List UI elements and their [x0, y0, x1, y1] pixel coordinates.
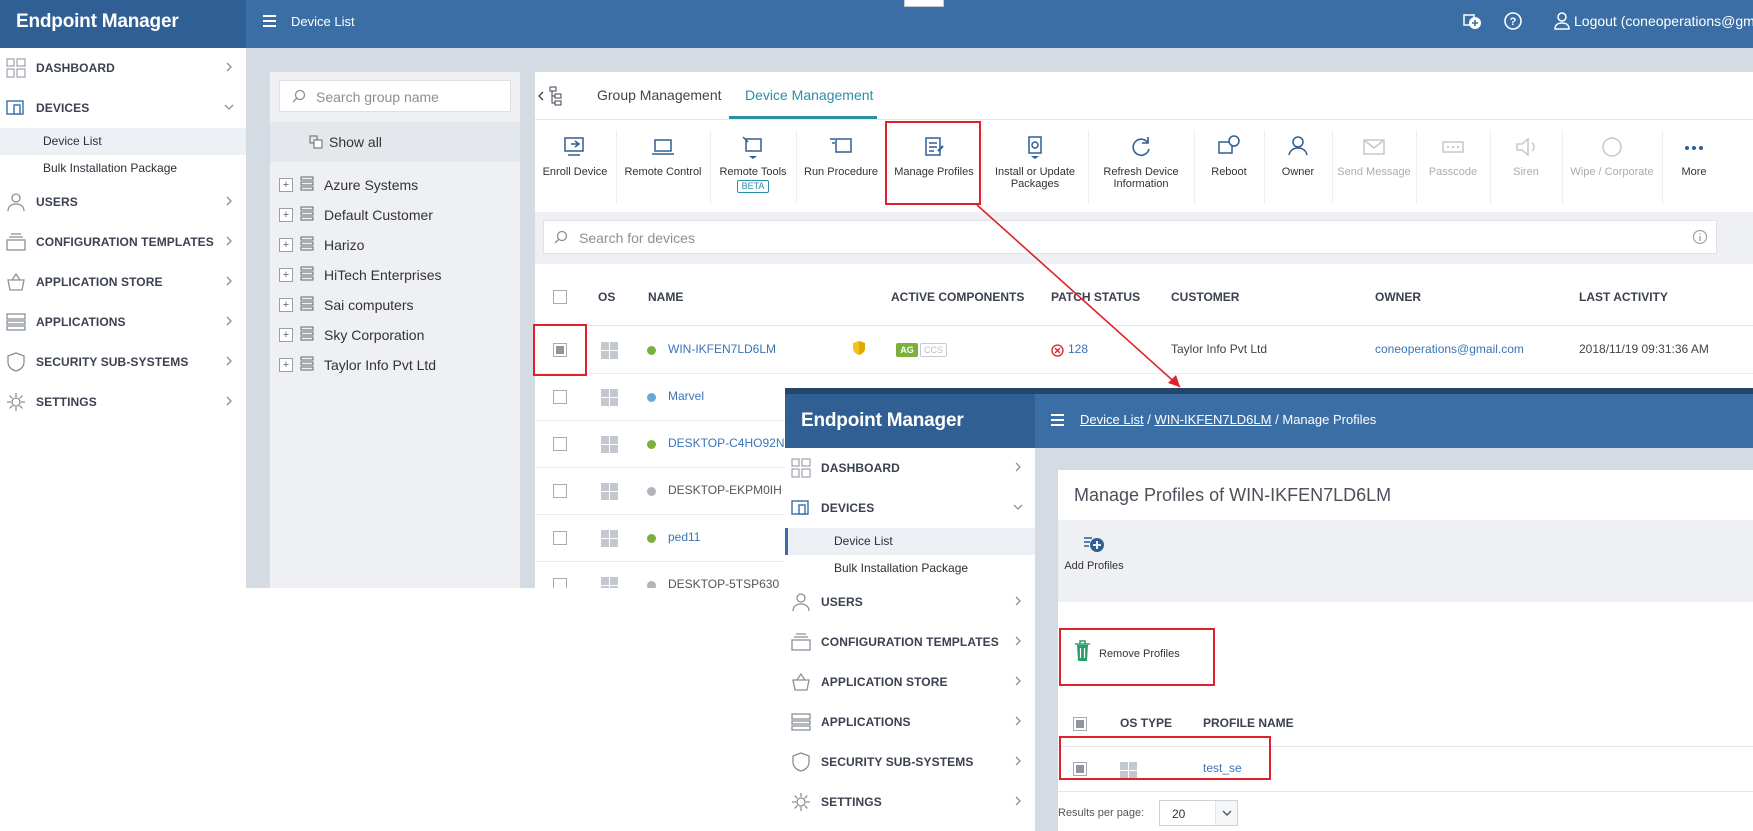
- dashboard-icon: [791, 458, 811, 478]
- highlight-profile-row: [1059, 736, 1271, 780]
- sidebar-item-dashboard[interactable]: DASHBOARD: [785, 448, 1035, 488]
- breadcrumb-device[interactable]: WIN-IKFEN7LD6LM: [1154, 412, 1271, 427]
- highlight-remove-profiles: [1059, 628, 1215, 686]
- basket-icon: [792, 672, 810, 691]
- sidebar-label-settings: SETTINGS: [821, 795, 882, 809]
- manage-profiles-header: Manage Profiles of WIN-IKFEN7LD6LM: [1058, 470, 1753, 520]
- col-os-type[interactable]: OS TYPE: [1120, 716, 1172, 730]
- overlay-app-brand: Endpoint Manager: [785, 394, 1035, 448]
- manage-profiles-window: Endpoint Manager Device List / WIN-IKFEN…: [785, 388, 1753, 831]
- chevron-right-icon: [1015, 462, 1021, 472]
- chevron-down-icon: [1222, 810, 1232, 816]
- sidebar-label-devices: DEVICES: [821, 501, 875, 515]
- hamburger-menu-icon[interactable]: [1051, 414, 1064, 429]
- sidebar-item-devices[interactable]: DEVICES: [785, 488, 1035, 528]
- sidebar-item-users[interactable]: USERS: [785, 582, 1035, 622]
- breadcrumb-separator: /: [1147, 412, 1151, 427]
- chevron-right-icon: [1015, 676, 1021, 686]
- chevron-right-icon: [1015, 596, 1021, 606]
- applications-icon: [791, 713, 811, 731]
- profiles-toolbar: Add Profiles: [1058, 520, 1753, 602]
- breadcrumb-separator: /: [1275, 412, 1279, 427]
- sidebar-label-config: CONFIGURATION TEMPLATES: [821, 635, 999, 649]
- breadcrumb-current: Manage Profiles: [1282, 412, 1377, 427]
- overlay-breadcrumb: Device List / WIN-IKFEN7LD6LM / Manage P…: [1080, 412, 1376, 427]
- chevron-right-icon: [1015, 716, 1021, 726]
- templates-icon: [791, 633, 811, 651]
- chevron-right-icon: [1015, 796, 1021, 806]
- add-profiles-icon: [1084, 537, 1104, 552]
- sidebar-item-device-list[interactable]: Device List: [785, 528, 1035, 555]
- results-per-page-label: Results per page:: [1058, 807, 1145, 819]
- sidebar-item-settings[interactable]: SETTINGS: [785, 782, 1035, 822]
- overlay-top-bar: Endpoint Manager Device List / WIN-IKFEN…: [785, 394, 1753, 448]
- sidebar-label-users: USERS: [821, 595, 863, 609]
- gear-icon: [792, 793, 810, 811]
- manage-profiles-title: Manage Profiles of WIN-IKFEN7LD6LM: [1074, 485, 1392, 505]
- breadcrumb-device-list[interactable]: Device List: [1080, 412, 1144, 427]
- shield-icon: [792, 752, 810, 772]
- chevron-right-icon: [1015, 756, 1021, 766]
- sidebar-item-bulk-installation[interactable]: Bulk Installation Package: [785, 555, 1035, 582]
- users-icon: [792, 593, 810, 612]
- results-per-page-select[interactable]: 20: [1159, 800, 1238, 826]
- overlay-sidebar: DASHBOARD DEVICES Device List Bulk Insta…: [785, 448, 1035, 822]
- select-all-profiles-checkbox[interactable]: [1073, 717, 1087, 731]
- devices-icon: [791, 500, 809, 515]
- sidebar-item-applications[interactable]: APPLICATIONS: [785, 702, 1035, 742]
- results-per-page-value: 20: [1172, 807, 1186, 821]
- sidebar-item-configuration-templates[interactable]: CONFIGURATION TEMPLATES: [785, 622, 1035, 662]
- sidebar-label-applications: APPLICATIONS: [821, 715, 911, 729]
- add-profiles-button[interactable]: Add Profiles: [1058, 520, 1130, 602]
- chevron-right-icon: [1015, 636, 1021, 646]
- sidebar-label-dashboard: DASHBOARD: [821, 461, 900, 475]
- sidebar-item-security-sub-systems[interactable]: SECURITY SUB-SYSTEMS: [785, 742, 1035, 782]
- add-profiles-label: Add Profiles: [1064, 560, 1124, 572]
- col-profile-name[interactable]: PROFILE NAME: [1203, 716, 1294, 730]
- sidebar-item-application-store[interactable]: APPLICATION STORE: [785, 662, 1035, 702]
- sidebar-label-security: SECURITY SUB-SYSTEMS: [821, 755, 974, 769]
- sidebar-label-appstore: APPLICATION STORE: [821, 675, 948, 689]
- chevron-down-icon: [1013, 504, 1023, 510]
